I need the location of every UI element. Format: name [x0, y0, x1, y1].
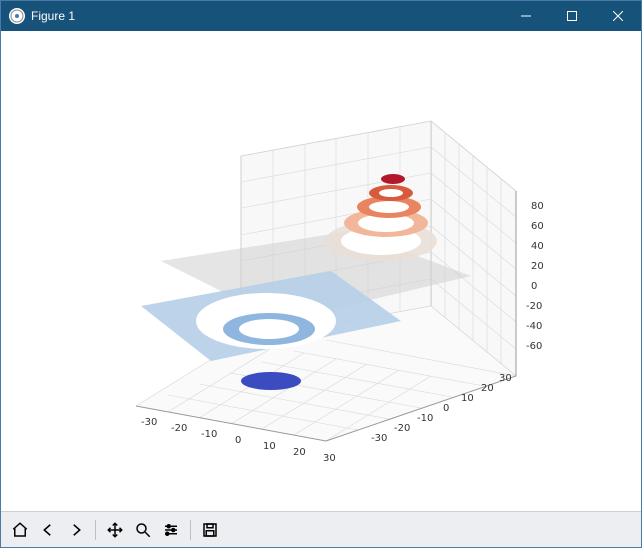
toolbar-separator	[190, 520, 191, 540]
y-tick: 30	[499, 373, 512, 384]
x-tick: -10	[201, 429, 217, 440]
minimize-button[interactable]	[503, 1, 549, 31]
close-button[interactable]	[595, 1, 641, 31]
y-tick: -30	[371, 433, 387, 444]
y-tick: -10	[417, 413, 433, 424]
pan-button[interactable]	[102, 517, 128, 543]
window-controls	[503, 1, 641, 31]
configure-button[interactable]	[158, 517, 184, 543]
home-button[interactable]	[7, 517, 33, 543]
x-tick: 30	[323, 453, 336, 464]
maximize-button[interactable]	[549, 1, 595, 31]
z-tick: 20	[531, 261, 544, 272]
toolbar-separator	[95, 520, 96, 540]
window-titlebar: Figure 1	[1, 1, 641, 31]
z-tick: 40	[531, 241, 544, 252]
z-tick: 80	[531, 201, 544, 212]
z-tick: 60	[531, 221, 544, 232]
x-tick: 0	[235, 435, 241, 446]
y-tick: 20	[481, 383, 494, 394]
y-tick: -20	[394, 423, 410, 434]
z-tick: -40	[526, 321, 542, 332]
plot-3d	[51, 61, 591, 501]
zoom-button[interactable]	[130, 517, 156, 543]
x-tick: -20	[171, 423, 187, 434]
z-tick: -20	[526, 301, 542, 312]
z-tick: -60	[526, 341, 542, 352]
back-button[interactable]	[35, 517, 61, 543]
x-tick: -30	[141, 417, 157, 428]
app-icon	[9, 8, 25, 24]
y-tick: 0	[443, 403, 449, 414]
z-tick: 0	[531, 281, 537, 292]
plot-canvas[interactable]: 80 60 40 20 0 -20 -40 -60 30 20 10 0 -10…	[1, 31, 641, 511]
window-title: Figure 1	[31, 9, 503, 23]
matplotlib-toolbar	[1, 511, 641, 547]
y-tick: 10	[461, 393, 474, 404]
x-tick: 10	[263, 441, 276, 452]
x-tick: 20	[293, 447, 306, 458]
save-button[interactable]	[197, 517, 223, 543]
forward-button[interactable]	[63, 517, 89, 543]
